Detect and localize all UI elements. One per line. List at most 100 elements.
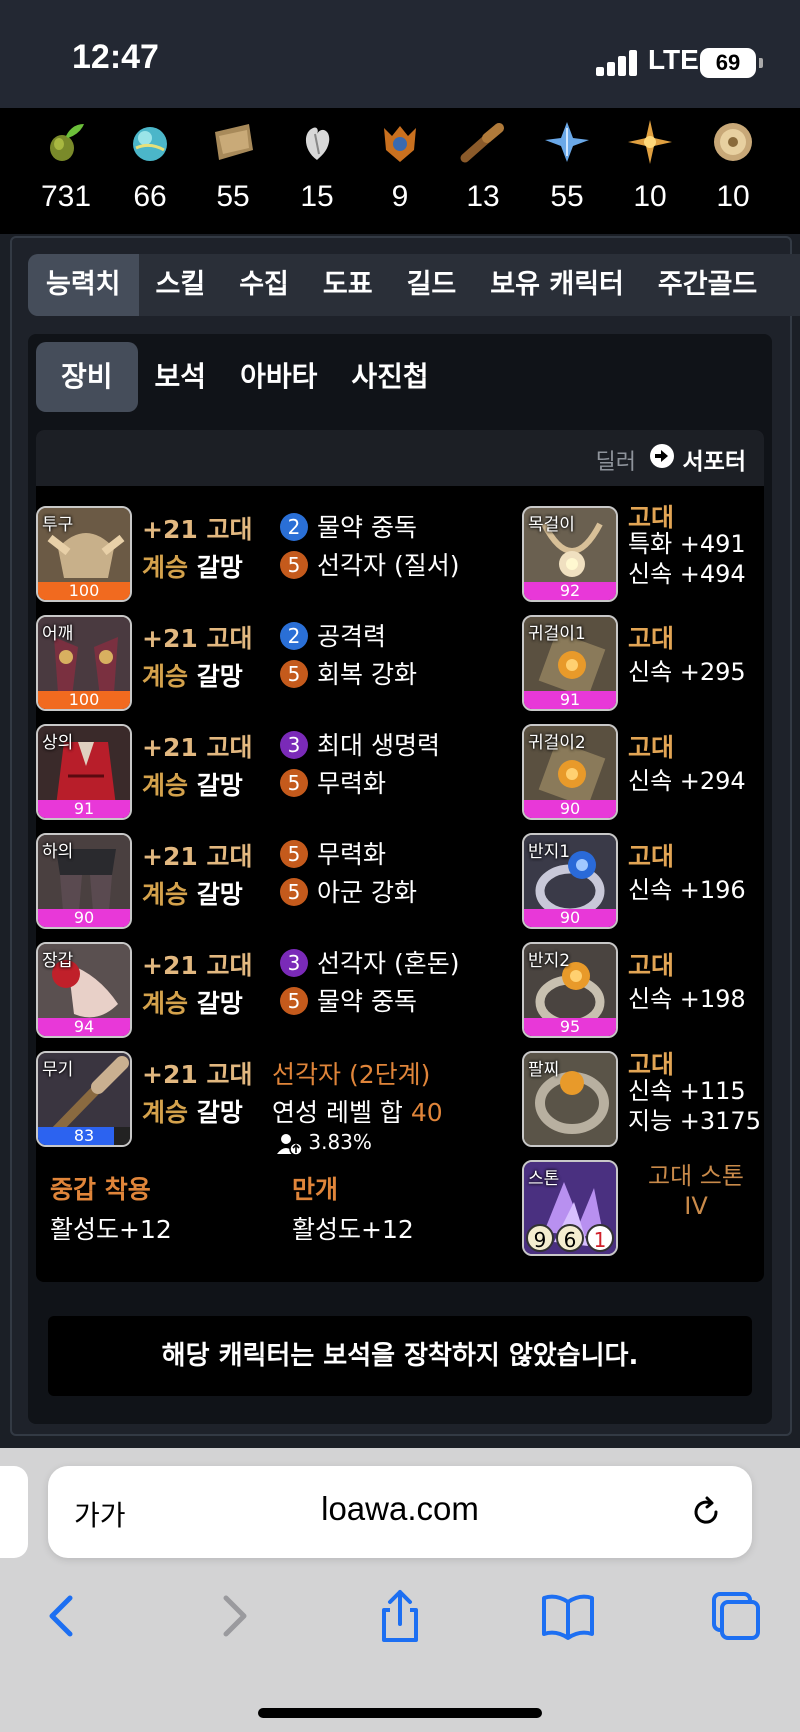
set-info: 계승 갈망 — [142, 553, 243, 582]
browser-toolbar: 가가 loawa.com — [0, 1448, 800, 1732]
home-indicator — [258, 1708, 542, 1718]
equipment-slot[interactable]: 어깨 100 — [36, 615, 132, 711]
tab-avatar[interactable]: 아바타 — [223, 342, 334, 412]
resource-value: 13 — [466, 180, 500, 213]
armor-summary-title: 중갑 착용 — [50, 1175, 151, 1204]
quality-bar: 90 — [524, 800, 616, 818]
back-icon[interactable] — [32, 1586, 92, 1646]
tab-equipment[interactable]: 장비 — [36, 342, 138, 412]
role-header: 딜러 서포터 — [36, 430, 764, 486]
set-info: 계승 갈망 — [142, 880, 243, 909]
tab-weekly-gold[interactable]: 주간골드 — [641, 254, 774, 316]
accessory-slot[interactable]: 반지2 95 — [522, 942, 618, 1038]
engraving: 5 회복 강화 — [280, 655, 417, 691]
engraving: 5 물약 중독 — [280, 982, 417, 1018]
quality-bar: 90 — [524, 909, 616, 927]
stone-levels: 961 — [526, 1224, 614, 1252]
user-up-icon — [277, 1133, 303, 1156]
tab-stats[interactable]: 능력치 — [28, 254, 139, 316]
enhance-level: +21 고대 — [142, 515, 253, 544]
equipment-slot[interactable]: 장갑 94 — [36, 942, 132, 1038]
equipment-slot[interactable]: 투구 100 — [36, 506, 132, 602]
set-info: 계승 갈망 — [142, 1098, 243, 1127]
accessory-slot[interactable]: 목걸이 92 — [522, 506, 618, 602]
accessory-grade: 고대 — [628, 624, 675, 653]
reload-icon[interactable] — [688, 1494, 724, 1530]
star-icon — [628, 120, 672, 164]
engraving: 2 공격력 — [280, 617, 386, 653]
tabs-icon[interactable] — [706, 1586, 766, 1646]
set-info: 계승 갈망 — [142, 662, 243, 691]
elixir-title: 선각자 (2단계) — [272, 1060, 431, 1089]
enhance-level: +21 고대 — [142, 842, 253, 871]
accessory-grade: 고대 — [628, 503, 675, 532]
resource-value: 9 — [391, 180, 409, 213]
accessory-grade: 고대 — [628, 842, 675, 871]
url-text[interactable]: loawa.com — [48, 1490, 752, 1528]
switch-arrow-icon[interactable] — [650, 444, 674, 468]
armor-summary-title: 만개 — [292, 1175, 339, 1204]
resource-item: 731 — [26, 118, 106, 214]
tab-album[interactable]: 사진첩 — [334, 342, 445, 412]
tab-charts[interactable]: 도표 — [306, 254, 390, 316]
stone-slot[interactable]: 스톤 961 — [522, 1160, 618, 1256]
tab-gems[interactable]: 보석 — [138, 342, 224, 412]
armor-summary-value: 활성도+12 — [292, 1215, 414, 1244]
resource-value: 55 — [216, 180, 250, 213]
resource-item: 66 — [110, 118, 190, 214]
share-icon[interactable] — [370, 1586, 430, 1646]
resource-item: 10 — [610, 118, 690, 214]
sprout-icon — [50, 124, 84, 161]
set-info: 계승 갈망 — [142, 989, 243, 1018]
quality-bar: 95 — [524, 1018, 616, 1036]
accessory-slot[interactable]: 반지1 90 — [522, 833, 618, 929]
accessory-stat: 신속 +494 — [628, 560, 746, 588]
sub-tabs: 장비 보석 아바타 사진첩 — [36, 342, 446, 412]
weapon-slot[interactable]: 무기 83 — [36, 1051, 132, 1147]
accessory-grade: 고대 — [628, 1050, 675, 1079]
accessory-slot[interactable]: 귀걸이2 90 — [522, 724, 618, 820]
accessory-grade: 고대 — [628, 733, 675, 762]
tab-guild[interactable]: 길드 — [390, 254, 474, 316]
previous-tab-stub[interactable] — [0, 1466, 28, 1558]
orb-icon — [133, 127, 167, 161]
resource-value: 15 — [300, 180, 334, 213]
engraving: 5 무력화 — [280, 835, 386, 871]
coin-icon — [714, 123, 752, 161]
resource-item: 55 — [527, 118, 607, 214]
tab-skills[interactable]: 스킬 — [139, 254, 223, 316]
resource-item: 9 — [360, 118, 440, 214]
tab-collection[interactable]: 수집 — [222, 254, 306, 316]
status-bar: 12:47 LTE 69 — [0, 0, 800, 108]
resource-value: 731 — [40, 180, 92, 213]
bookmarks-icon[interactable] — [538, 1586, 598, 1646]
engraving: 3 최대 생명력 — [280, 726, 440, 762]
tab-characters[interactable]: 보유 캐릭터 — [473, 254, 641, 316]
accessory-stat: 신속 +295 — [628, 658, 746, 686]
enhance-level: +21 고대 — [142, 624, 253, 653]
mask-icon — [384, 126, 416, 162]
status-time: 12:47 — [72, 38, 159, 76]
resource-bar: 731 66 55 15 9 13 55 10 10 — [0, 108, 800, 234]
address-bar[interactable]: 가가 loawa.com — [48, 1466, 752, 1558]
forward-icon[interactable] — [204, 1586, 264, 1646]
accessory-stat: 신속 +115 — [628, 1077, 746, 1105]
resource-item: 10 — [693, 118, 773, 214]
resource-value: 10 — [716, 180, 750, 213]
accessory-stat: 신속 +198 — [628, 985, 746, 1013]
enhance-level: +21 고대 — [142, 733, 253, 762]
quality-bar: 100 — [38, 691, 130, 709]
stone-tier: IV — [684, 1192, 708, 1220]
map-icon — [215, 124, 253, 160]
engraving: 3 선각자 (혼돈) — [280, 944, 459, 980]
support-label[interactable]: 서포터 — [683, 442, 746, 476]
battery-icon: 69 — [700, 48, 763, 78]
accessory-slot[interactable]: 귀걸이1 91 — [522, 615, 618, 711]
enhance-level: +21 고대 — [142, 1060, 253, 1089]
resource-item: 15 — [277, 118, 357, 214]
bracelet-slot[interactable]: 팔찌 — [522, 1051, 618, 1147]
equipment-slot[interactable]: 하의 90 — [36, 833, 132, 929]
accessory-stat: 신속 +294 — [628, 767, 746, 795]
equipment-slot[interactable]: 상의 91 — [36, 724, 132, 820]
dealer-label[interactable]: 딜러 — [596, 444, 636, 476]
